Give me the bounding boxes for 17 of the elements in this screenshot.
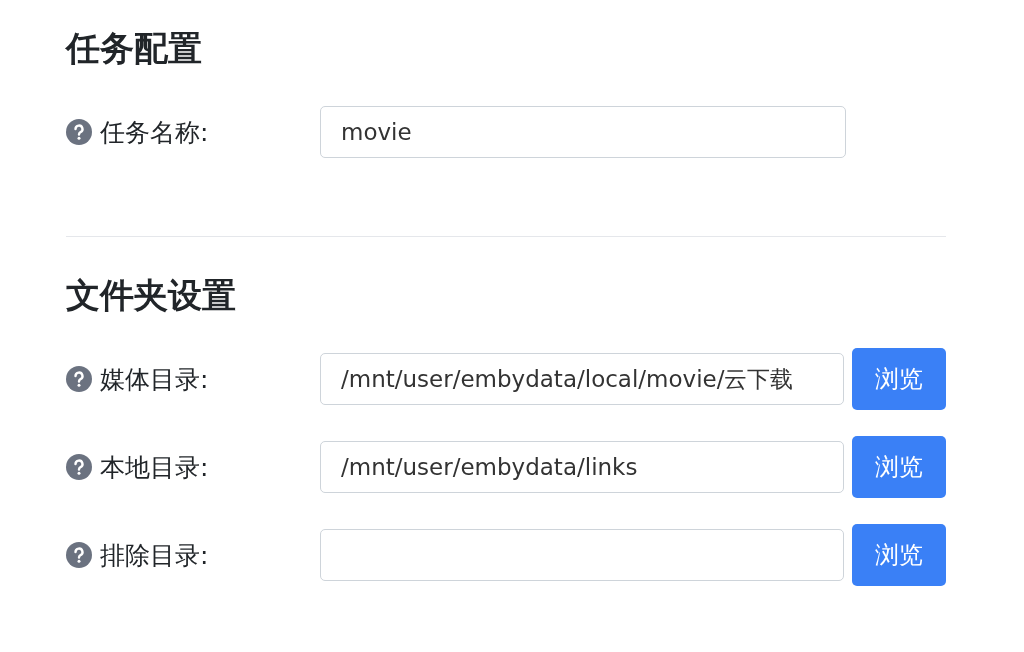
text-field[interactable]: /mnt/user/embydata/links xyxy=(320,441,845,493)
field-label: 排除目录: xyxy=(100,539,210,572)
field-label: 本地目录: xyxy=(100,451,210,484)
help-icon[interactable] xyxy=(66,366,92,392)
text-field[interactable]: /mnt/user/embydata/local/movie/云下载 xyxy=(320,353,845,405)
browse-button[interactable]: 浏览 xyxy=(852,348,946,410)
text-field[interactable] xyxy=(320,529,845,581)
field-label: 任务名称: xyxy=(100,116,210,149)
section-title: 任务配置 xyxy=(66,27,203,70)
help-icon[interactable] xyxy=(66,119,92,145)
browse-button[interactable]: 浏览 xyxy=(852,524,946,586)
help-icon[interactable] xyxy=(66,542,92,568)
text-field[interactable]: movie xyxy=(320,106,846,158)
field-label: 媒体目录: xyxy=(100,363,210,396)
browse-button[interactable]: 浏览 xyxy=(852,436,946,498)
section-title: 文件夹设置 xyxy=(66,274,237,317)
help-icon[interactable] xyxy=(66,454,92,480)
